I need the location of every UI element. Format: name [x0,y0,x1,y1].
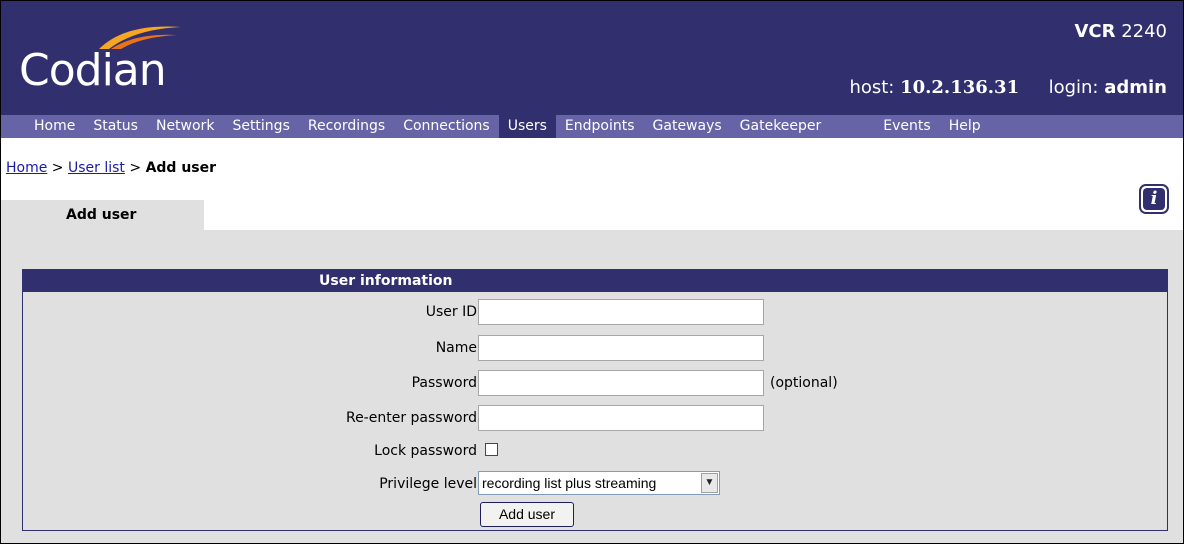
password-label: Password [411,375,477,391]
nav-item-home[interactable]: Home [25,115,84,138]
host-value: 10.2.136.31 [900,77,1020,98]
nav-item-gateways[interactable]: Gateways [644,115,731,138]
password-optional-note: (optional) [770,375,838,391]
user-id-label: User ID [425,304,477,320]
reenter-password-label: Re-enter password [345,410,477,426]
tab-add-user[interactable]: Add user [1,200,204,230]
name-label: Name [435,340,477,356]
privilege-level-select[interactable]: recording list plus streaming ▼ [478,471,720,495]
nav-item-connections[interactable]: Connections [394,115,499,138]
host-label: host: [849,77,895,98]
logo: Codian [19,45,167,96]
info-icon[interactable]: i [1139,184,1169,214]
nav-item-endpoints[interactable]: Endpoints [556,115,644,138]
breadcrumb: Home > User list > Add user [6,160,216,176]
product-model: 2240 [1121,21,1167,42]
password-row: Password (optional) [23,370,1167,396]
breadcrumb-home-link[interactable]: Home [6,160,47,176]
host-login-info: host: 10.2.136.31 login: admin [849,77,1167,98]
breadcrumb-separator: > [129,160,142,176]
product-name: VCR 2240 [1074,21,1167,42]
main-nav: Home Status Network Settings Recordings … [1,115,1183,138]
password-input[interactable] [478,370,764,396]
reenter-password-row: Re-enter password [23,405,1167,431]
nav-item-events[interactable]: Events [874,115,939,138]
lock-password-label: Lock password [374,443,477,459]
nav-item-help[interactable]: Help [940,115,990,138]
nav-item-status[interactable]: Status [84,115,147,138]
privilege-level-row: Privilege level recording list plus stre… [23,471,1167,497]
breadcrumb-separator: > [51,160,64,176]
lock-password-row: Lock password [23,438,1167,464]
name-input[interactable] [478,335,764,361]
reenter-password-input[interactable] [478,405,764,431]
user-id-input[interactable] [478,299,764,325]
submit-row: Add user [23,502,1167,528]
panel-title: User information [23,270,1167,292]
breadcrumb-user-list-link[interactable]: User list [68,160,125,176]
privilege-level-value: recording list plus streaming [482,475,657,491]
add-user-button[interactable]: Add user [480,502,574,527]
nav-item-recordings[interactable]: Recordings [299,115,394,138]
privilege-level-label: Privilege level [379,476,477,492]
chevron-down-icon[interactable]: ▼ [701,473,718,493]
breadcrumb-current: Add user [145,160,217,176]
user-id-row: User ID [23,299,1167,325]
lock-password-checkbox[interactable] [485,443,498,456]
nav-item-network[interactable]: Network [147,115,223,138]
login-label: login: [1048,77,1099,98]
product-brand: VCR [1074,21,1116,42]
nav-item-users[interactable]: Users [498,115,556,138]
nav-item-settings[interactable]: Settings [223,115,298,138]
login-value: admin [1104,77,1167,98]
app-header: Codian VCR 2240 host: 10.2.136.31 login:… [1,1,1183,115]
name-row: Name [23,335,1167,361]
user-information-panel: User information User ID Name Password (… [22,269,1168,531]
nav-item-gatekeeper[interactable]: Gatekeeper [731,115,831,138]
